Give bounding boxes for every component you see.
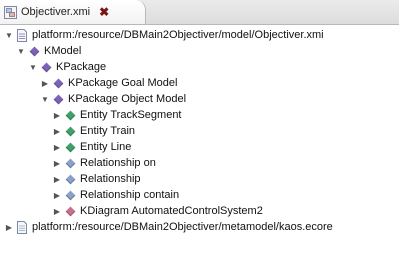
model-tree: ▼ platform:/resource/DBMain2Objectiver/mo… xyxy=(0,27,399,235)
tree-node[interactable]: ▶ Entity TrackSegment xyxy=(0,107,399,123)
diamond-icon xyxy=(27,44,41,58)
tree-node-label: KModel xyxy=(44,45,82,57)
collapsed-arrow-icon[interactable]: ▶ xyxy=(51,171,63,187)
diamond-icon xyxy=(63,204,77,218)
tree-node[interactable]: ▼ platform:/resource/DBMain2Objectiver/mo… xyxy=(0,27,399,43)
expanded-arrow-icon[interactable]: ▼ xyxy=(15,43,27,59)
diamond-icon xyxy=(63,124,77,138)
editor-tab[interactable]: Objectiver.xmi ✖ xyxy=(0,0,146,24)
collapsed-arrow-icon[interactable]: ▶ xyxy=(51,155,63,171)
tree-node[interactable]: ▶ Relationship on xyxy=(0,155,399,171)
collapsed-arrow-icon[interactable]: ▶ xyxy=(3,219,15,235)
tree-node-label: Entity Line xyxy=(80,141,132,153)
tree-node-label: KPackage Object Model xyxy=(68,93,187,105)
collapsed-arrow-icon[interactable]: ▶ xyxy=(51,187,63,203)
tree-node[interactable]: ▶ Entity Train xyxy=(0,123,399,139)
tree-node-label: platform:/resource/DBMain2Objectiver/mod… xyxy=(32,29,324,41)
tree-node-label: KPackage xyxy=(56,61,107,73)
xmi-resource-icon xyxy=(4,5,17,19)
expanded-arrow-icon[interactable]: ▼ xyxy=(3,27,15,43)
collapsed-arrow-icon[interactable]: ▶ xyxy=(51,139,63,155)
diamond-icon xyxy=(39,60,53,74)
tree-node[interactable]: ▶ KDiagram AutomatedControlSystem2 xyxy=(0,203,399,219)
collapsed-arrow-icon[interactable]: ▶ xyxy=(39,75,51,91)
tree-node[interactable]: ▶ KPackage Goal Model xyxy=(0,75,399,91)
tree-node-label: platform:/resource/DBMain2Objectiver/met… xyxy=(32,221,333,233)
tree-node[interactable]: ▶ Relationship xyxy=(0,171,399,187)
editor-tab-label: Objectiver.xmi xyxy=(21,6,91,18)
tree-node-label: Relationship xyxy=(80,173,141,185)
collapsed-arrow-icon[interactable]: ▶ xyxy=(51,107,63,123)
resource-file-icon xyxy=(15,28,29,42)
diamond-icon xyxy=(51,92,65,106)
close-icon[interactable]: ✖ xyxy=(99,6,109,18)
collapsed-arrow-icon[interactable]: ▶ xyxy=(51,203,63,219)
tree-node-label: Entity TrackSegment xyxy=(80,109,182,121)
tree-node-label: Entity Train xyxy=(80,125,136,137)
tree-node[interactable]: ▼ KPackage Object Model xyxy=(0,91,399,107)
diamond-icon xyxy=(63,172,77,186)
tree-node[interactable]: ▶ Relationship contain xyxy=(0,187,399,203)
tree-node[interactable]: ▶ platform:/resource/DBMain2Objectiver/me… xyxy=(0,219,399,235)
diamond-icon xyxy=(63,140,77,154)
tree-node-label: KDiagram AutomatedControlSystem2 xyxy=(80,205,263,217)
tree-node[interactable]: ▶ Entity Line xyxy=(0,139,399,155)
tree-node-label: KPackage Goal Model xyxy=(68,77,178,89)
tree-node[interactable]: ▼ KPackage xyxy=(0,59,399,75)
diamond-icon xyxy=(63,188,77,202)
expanded-arrow-icon[interactable]: ▼ xyxy=(39,91,51,107)
diamond-icon xyxy=(51,76,65,90)
ecore-file-icon xyxy=(15,220,29,234)
expanded-arrow-icon[interactable]: ▼ xyxy=(27,59,39,75)
collapsed-arrow-icon[interactable]: ▶ xyxy=(51,123,63,139)
tree-node-label: Relationship on xyxy=(80,157,156,169)
diamond-icon xyxy=(63,108,77,122)
tree-node-label: Relationship contain xyxy=(80,189,180,201)
editor-tab-bar: Objectiver.xmi ✖ xyxy=(0,0,399,25)
tree-node[interactable]: ▼ KModel xyxy=(0,43,399,59)
diamond-icon xyxy=(63,156,77,170)
